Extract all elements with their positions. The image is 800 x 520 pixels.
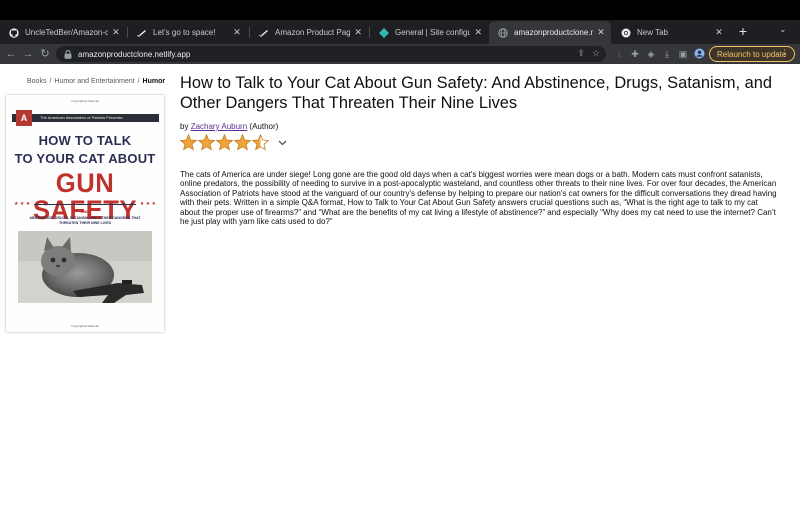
tab-strip: UncleTedBer/Amazon-clone ✕ Let's go to s… xyxy=(0,20,800,44)
product-page: Books / Humor and Entertainment / Humor Copy… xyxy=(0,64,800,500)
github-icon xyxy=(9,27,19,38)
profile-avatar-icon[interactable] xyxy=(693,47,705,61)
bookmark-star-icon[interactable]: ☆ xyxy=(592,48,600,59)
cover-logo: A xyxy=(16,110,32,126)
tab-github[interactable]: UncleTedBer/Amazon-clone ✕ xyxy=(0,21,126,44)
close-tab-icon[interactable]: ✕ xyxy=(474,27,482,38)
cover-title-line-1: HOW TO TALK xyxy=(38,133,132,148)
breadcrumb-item-books[interactable]: Books xyxy=(27,78,46,85)
rocket-icon xyxy=(137,28,147,38)
tab-hint[interactable]: Amazon Product Page Hint ✕ xyxy=(250,21,368,44)
url-text: amazonproductclone.netlify.app xyxy=(78,49,191,59)
close-tab-icon[interactable]: ✕ xyxy=(597,27,605,38)
extension-icon[interactable]: ⦙ xyxy=(613,47,625,61)
chrome-icon xyxy=(621,28,631,38)
globe-icon xyxy=(498,27,508,38)
browser-toolbar: ← → ↻ amazonproductclone.netlify.app ⇪ ☆… xyxy=(0,44,800,64)
rocket-icon xyxy=(259,28,269,38)
reload-icon[interactable]: ↻ xyxy=(38,47,52,61)
tab-title: New Tab xyxy=(637,28,668,37)
byline-prefix: by xyxy=(180,122,189,131)
lock-icon xyxy=(64,49,72,59)
extension-shield-icon[interactable]: ◈ xyxy=(645,47,657,61)
tab-space[interactable]: Let's go to space! ✕ xyxy=(128,21,248,44)
more-menu-icon[interactable]: ⋮ xyxy=(780,48,789,59)
byline: by Zachary Auburn (Author) xyxy=(180,122,278,131)
breadcrumb: Books / Humor and Entertainment / Humor xyxy=(27,78,165,85)
breadcrumb-item-humor-entertainment[interactable]: Humor and Entertainment xyxy=(54,78,134,85)
download-icon[interactable]: ⤓ xyxy=(661,47,673,61)
tab-title: Let's go to space! xyxy=(153,28,216,37)
rating-star xyxy=(233,134,252,151)
cover-copyright-bottom: Copyrighted Material xyxy=(71,324,99,328)
puzzle-icon[interactable]: ✚ xyxy=(629,47,641,61)
close-tab-icon[interactable]: ✕ xyxy=(232,27,242,38)
new-tab-button[interactable]: + xyxy=(737,23,749,39)
product-title: How to Talk to Your Cat About Gun Safety… xyxy=(180,74,772,112)
close-tab-icon[interactable]: ✕ xyxy=(354,27,362,38)
relaunch-to-update-button[interactable]: Relaunch to update ⋮ xyxy=(709,46,795,62)
cover-copyright-top: Copyrighted Material xyxy=(71,99,99,103)
close-tab-icon[interactable]: ✕ xyxy=(714,27,724,38)
stars-graphic xyxy=(180,134,270,151)
screen-top-bar xyxy=(0,0,800,20)
tab-new-tab[interactable]: New Tab ✕ xyxy=(612,21,730,44)
cover-subtitle: ABSTINENCE, DRUGS, SATANISM, AND OTHER D… xyxy=(29,216,141,225)
side-panel-icon[interactable]: ▣ xyxy=(677,47,689,61)
relaunch-label: Relaunch to update xyxy=(717,49,787,59)
book-cover-image[interactable]: Copyrighted Material The American Associ… xyxy=(6,95,164,332)
tab-title: General | Site configuration | xyxy=(395,28,471,37)
author-link[interactable]: Zachary Auburn xyxy=(191,122,247,131)
tab-netlify[interactable]: General | Site configuration | ✕ xyxy=(370,21,488,44)
breadcrumb-separator: / xyxy=(49,78,52,85)
address-bar[interactable]: amazonproductclone.netlify.app ⇪ ☆ xyxy=(56,46,606,62)
rating-star xyxy=(215,134,234,151)
cover-kitten-photo xyxy=(18,231,152,303)
netlify-icon xyxy=(379,27,389,38)
tab-title: UncleTedBer/Amazon-clone xyxy=(25,28,108,37)
share-icon[interactable]: ⇪ xyxy=(577,48,585,59)
cover-star-divider: ★ ★ ★ ★ ★ ★ xyxy=(14,201,156,207)
tab-title: Amazon Product Page Hint xyxy=(275,28,351,37)
breadcrumb-separator: / xyxy=(137,78,140,85)
breadcrumb-item-humor[interactable]: Humor xyxy=(143,78,166,85)
product-description: The cats of America are under siege! Lon… xyxy=(180,170,777,227)
back-arrow-icon[interactable]: ← xyxy=(4,47,18,61)
tab-amazon-clone[interactable]: amazonproductclone.netlify. ✕ xyxy=(489,21,611,44)
rating-star xyxy=(251,134,270,151)
tab-search-icon[interactable]: ⌄ xyxy=(779,24,787,35)
cover-band: The American Association of Patriots Pre… xyxy=(12,114,159,122)
close-tab-icon[interactable]: ✕ xyxy=(112,27,120,38)
chevron-down-icon[interactable] xyxy=(278,140,287,146)
star-rating[interactable] xyxy=(180,134,288,152)
tab-title: amazonproductclone.netlify. xyxy=(514,28,594,37)
forward-arrow-icon[interactable]: → xyxy=(21,47,35,61)
author-role: (Author) xyxy=(249,122,279,131)
rating-star xyxy=(197,134,216,151)
rating-star xyxy=(180,134,198,151)
cover-and: AND xyxy=(80,209,90,214)
cover-title-line-2: TO YOUR CAT ABOUT xyxy=(14,151,156,166)
